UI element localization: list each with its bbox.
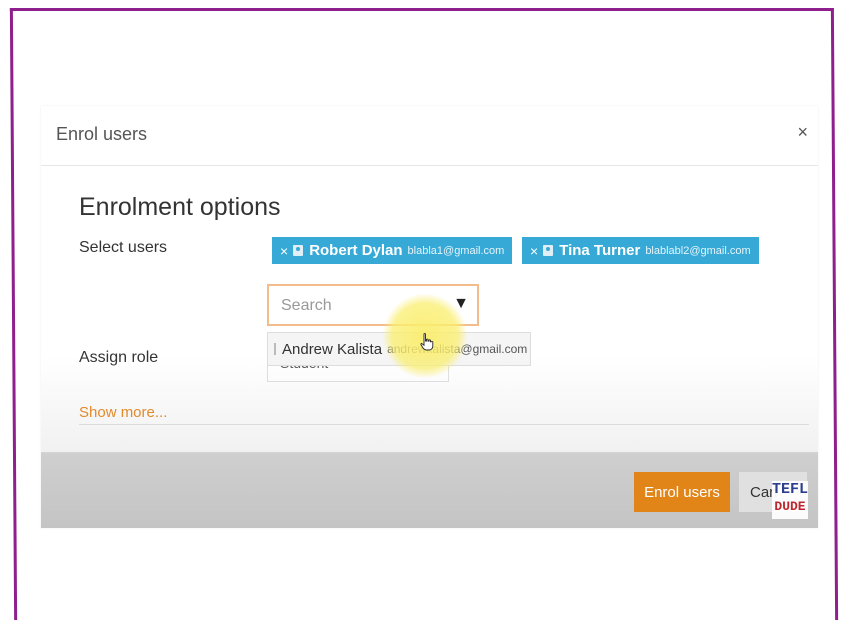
enrol-users-dialog: Enrol users × Enrolment options Select u… xyxy=(41,106,818,528)
selected-user-chip[interactable]: × Tina Turner blablabl2@gmail.com xyxy=(522,237,759,264)
select-users-label: Select users xyxy=(79,239,168,256)
suggestion-name: Andrew Kalista xyxy=(282,340,383,358)
remove-user-icon[interactable]: × xyxy=(280,243,288,259)
logo-line-2: DUDE xyxy=(774,499,806,514)
enrol-users-button[interactable]: Enrol users xyxy=(634,472,730,512)
selected-user-name: Robert Dylan xyxy=(309,242,403,259)
dialog-title: Enrol users xyxy=(56,124,148,144)
selected-user-email: blabla1@gmail.com xyxy=(407,244,505,257)
remove-user-icon[interactable]: × xyxy=(530,243,538,259)
divider xyxy=(79,424,809,425)
selected-user-name: Tina Turner xyxy=(559,242,641,259)
user-icon xyxy=(293,245,304,256)
suggestion-email: andrewkalista@gmail.com xyxy=(387,342,528,356)
section-title: Enrolment options xyxy=(79,193,281,221)
assign-role-label: Assign role xyxy=(79,349,159,366)
selected-user-chip[interactable]: × Robert Dylan blabla1@gmail.com xyxy=(272,237,513,264)
dialog-header: Enrol users × xyxy=(41,106,818,166)
user-icon xyxy=(543,245,554,256)
user-icon xyxy=(274,343,276,355)
tefl-dude-logo: TEFL DUDE xyxy=(772,481,808,519)
logo-line-1: TEFL xyxy=(772,481,809,498)
show-more-link[interactable]: Show more... xyxy=(79,404,167,421)
selected-user-email: blablabl2@gmail.com xyxy=(645,244,751,257)
search-input[interactable] xyxy=(279,294,448,318)
user-suggestion-item[interactable]: Andrew Kalista andrewkalista@gmail.com xyxy=(267,332,531,366)
dropdown-arrow-icon[interactable]: ▼ xyxy=(453,295,469,313)
close-icon[interactable]: × xyxy=(797,122,808,142)
user-search-box[interactable]: ▼ xyxy=(267,284,479,326)
